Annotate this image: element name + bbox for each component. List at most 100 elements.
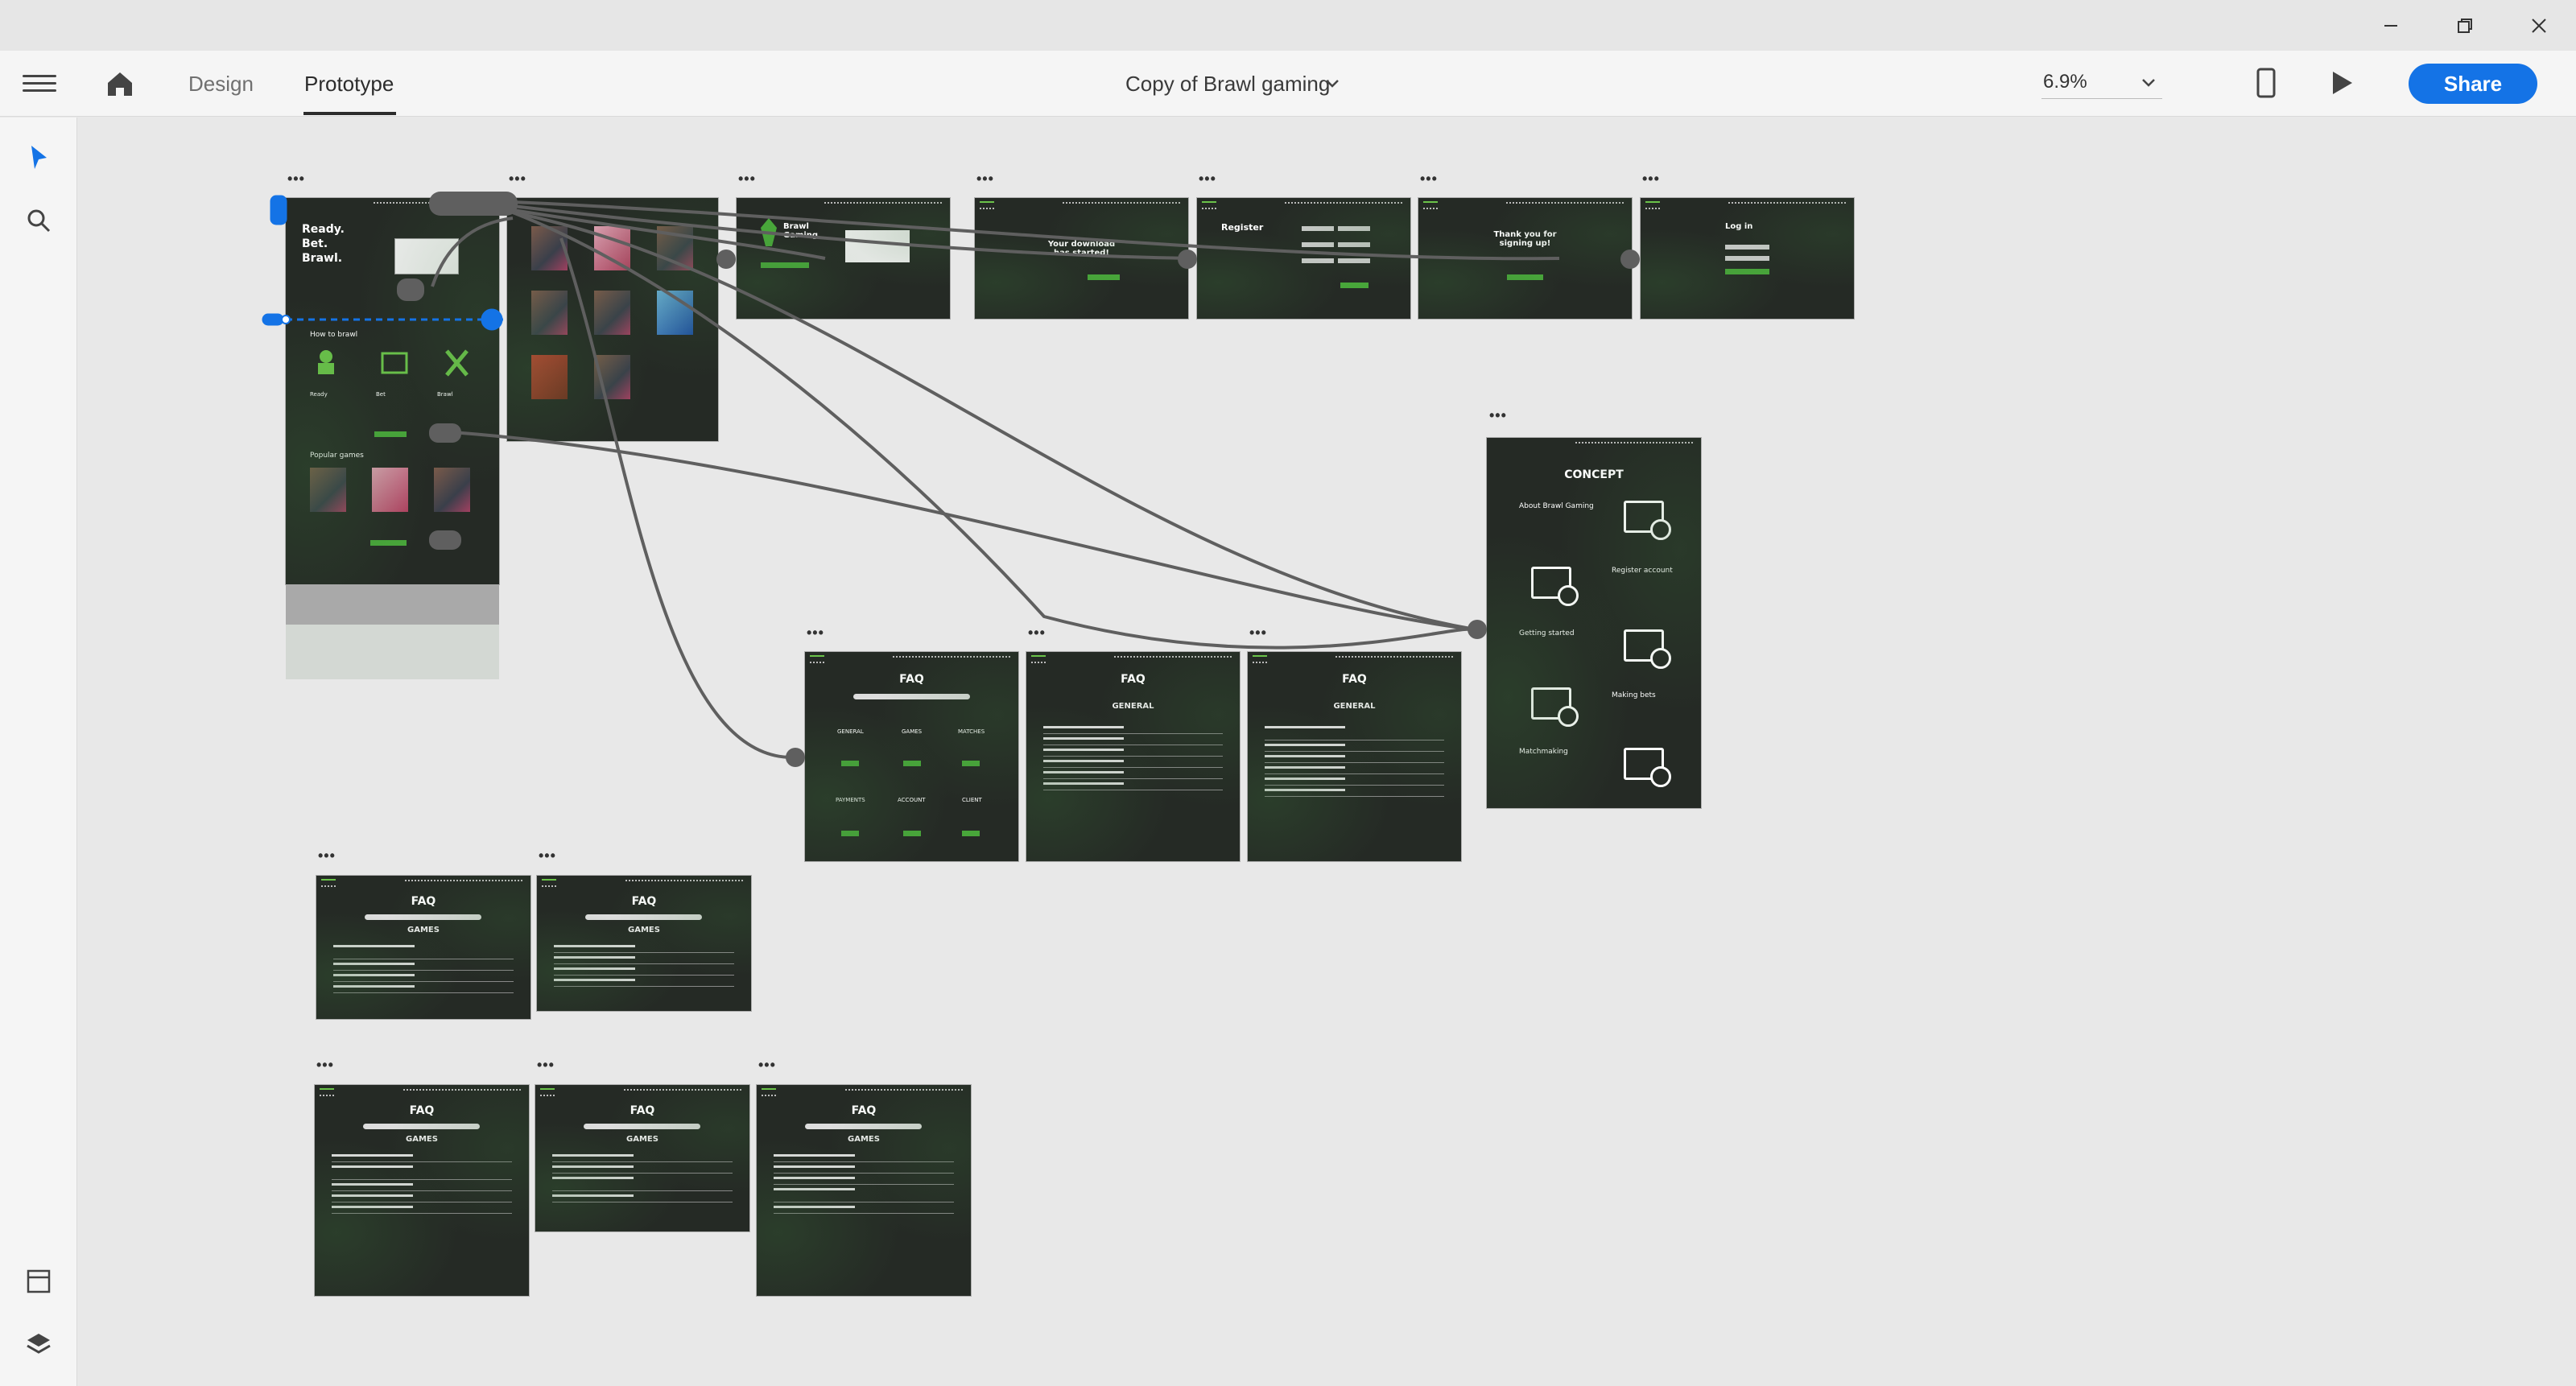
concept-section: Getting started xyxy=(1519,629,1575,637)
scroll-overflow-area xyxy=(286,584,499,625)
restore-button[interactable] xyxy=(2428,0,2502,51)
artboard-download[interactable]: Your download has started! xyxy=(975,198,1188,319)
nav-bar xyxy=(404,880,522,885)
game-thumb xyxy=(594,291,630,335)
app-bar: Design Prototype Copy of Brawl gaming 6.… xyxy=(0,51,2576,117)
artboard-menu-icon[interactable]: ••• xyxy=(976,171,994,188)
artboard-faq-games[interactable]: FAQ GAMES xyxy=(757,1085,971,1296)
image-placeholder-icon xyxy=(1531,687,1579,727)
prototype-canvas[interactable]: ••• Ready. Bet. Brawl. How to brawl Read… xyxy=(78,118,2576,1386)
active-tab-indicator xyxy=(303,112,396,115)
layers-icon[interactable] xyxy=(24,1330,53,1359)
faq-search xyxy=(365,914,481,920)
chevron-down-icon[interactable] xyxy=(2141,78,2156,88)
artboard-menu-icon[interactable]: ••• xyxy=(318,848,336,864)
logo xyxy=(320,1088,334,1096)
artboard-faq-general-expanded[interactable]: FAQ GENERAL xyxy=(1248,652,1461,861)
artboard-menu-icon[interactable]: ••• xyxy=(287,171,305,188)
document-title[interactable]: Copy of Brawl gaming xyxy=(1125,72,1330,97)
faq-category: ACCOUNT xyxy=(898,797,926,803)
faq-category: GENERAL xyxy=(837,728,864,735)
register-title: Register xyxy=(1221,222,1264,233)
tab-prototype[interactable]: Prototype xyxy=(304,72,394,97)
faq-title: FAQ xyxy=(851,1104,877,1117)
form-field xyxy=(1725,256,1769,261)
video-placeholder xyxy=(845,230,910,262)
artboard-menu-icon[interactable]: ••• xyxy=(1642,171,1660,188)
select-tool-icon[interactable] xyxy=(24,143,53,172)
game-thumb xyxy=(434,468,470,512)
assets-icon[interactable] xyxy=(24,1267,53,1296)
artboard-faq-games[interactable]: FAQ GAMES xyxy=(316,876,530,1019)
artboard-register[interactable]: Register xyxy=(1197,198,1410,319)
game-thumb xyxy=(594,226,630,270)
artboard-menu-icon[interactable]: ••• xyxy=(1249,625,1267,641)
home-hero-title: Ready. Bet. Brawl. xyxy=(302,223,345,265)
cta-button xyxy=(374,431,407,437)
nav-bar xyxy=(844,1089,963,1094)
hamburger-menu-icon[interactable] xyxy=(23,70,56,97)
home-icon[interactable] xyxy=(103,67,137,101)
game-thumb xyxy=(531,355,568,399)
artboard-menu-icon[interactable]: ••• xyxy=(509,171,526,188)
brand-title: Brawl Gaming xyxy=(783,222,819,240)
logo xyxy=(1423,201,1438,209)
minimize-button[interactable] xyxy=(2354,0,2428,51)
close-button[interactable] xyxy=(2502,0,2576,51)
artboard-thanks[interactable]: Thank you for signing up! xyxy=(1418,198,1632,319)
search-icon[interactable] xyxy=(24,206,53,235)
faq-title: FAQ xyxy=(631,895,657,908)
share-button[interactable]: Share xyxy=(2409,64,2537,104)
artboard-home[interactable]: Ready. Bet. Brawl. How to brawl Ready Be… xyxy=(286,198,499,584)
close-icon xyxy=(2532,18,2546,33)
artboard-menu-icon[interactable]: ••• xyxy=(758,1057,776,1074)
artboard-menu-icon[interactable]: ••• xyxy=(1199,171,1216,188)
faq-question-list xyxy=(554,942,734,987)
artboard-menu-icon[interactable]: ••• xyxy=(1028,625,1046,641)
artboard-menu-icon[interactable]: ••• xyxy=(537,1057,555,1074)
play-icon[interactable] xyxy=(2326,68,2355,97)
tab-design[interactable]: Design xyxy=(188,72,254,97)
step-brawl: Brawl xyxy=(437,391,453,398)
artboard-menu-icon[interactable]: ••• xyxy=(1489,407,1507,424)
device-preview-icon[interactable] xyxy=(2254,67,2278,99)
faq-question-list xyxy=(332,1151,512,1214)
logo xyxy=(540,1088,555,1096)
image-placeholder-icon xyxy=(1531,567,1579,606)
faq-search xyxy=(584,1124,700,1129)
nav-bar xyxy=(893,656,1010,661)
form-field xyxy=(1302,258,1334,263)
faq-question-list xyxy=(774,1151,954,1214)
title-bar xyxy=(0,0,2576,51)
faq-question-list xyxy=(1043,723,1223,790)
faq-category: GAMES xyxy=(902,728,923,735)
chevron-down-icon[interactable] xyxy=(1324,78,1340,89)
image-placeholder-icon xyxy=(1624,748,1671,787)
artboard-faq-games[interactable]: FAQ GAMES xyxy=(315,1085,529,1296)
artboard-faq[interactable]: FAQ GENERAL GAMES MATCHES PAYMENTS ACCOU… xyxy=(805,652,1018,861)
concept-section: Matchmaking xyxy=(1519,748,1568,756)
artboard-concept[interactable]: CONCEPT About Brawl Gaming Register acco… xyxy=(1487,438,1701,808)
artboard-games[interactable] xyxy=(507,198,718,441)
download-button xyxy=(761,262,809,268)
logo xyxy=(1202,201,1216,209)
artboard-menu-icon[interactable]: ••• xyxy=(1420,171,1438,188)
concept-section: About Brawl Gaming xyxy=(1519,502,1594,510)
nav-bar xyxy=(824,202,942,207)
artboard-menu-icon[interactable]: ••• xyxy=(807,625,824,641)
artboard-menu-icon[interactable]: ••• xyxy=(738,171,756,188)
artboard-faq-games[interactable]: FAQ GAMES xyxy=(535,1085,749,1231)
artboard-login[interactable]: Log in xyxy=(1641,198,1854,319)
nav-bar xyxy=(625,880,743,885)
artboard-brand[interactable]: Brawl Gaming xyxy=(737,198,950,319)
image-placeholder-icon xyxy=(1624,501,1671,540)
form-field xyxy=(1302,226,1334,231)
nav-bar xyxy=(1506,202,1624,207)
artboard-faq-general[interactable]: FAQ GENERAL xyxy=(1026,652,1240,861)
download-title: Your download has started! xyxy=(1047,240,1116,258)
faq-title: FAQ xyxy=(411,895,436,908)
artboard-menu-icon[interactable]: ••• xyxy=(539,848,556,864)
artboard-menu-icon[interactable]: ••• xyxy=(316,1057,334,1074)
concept-title: CONCEPT xyxy=(1564,468,1624,481)
artboard-faq-games[interactable]: FAQ GAMES xyxy=(537,876,751,1011)
